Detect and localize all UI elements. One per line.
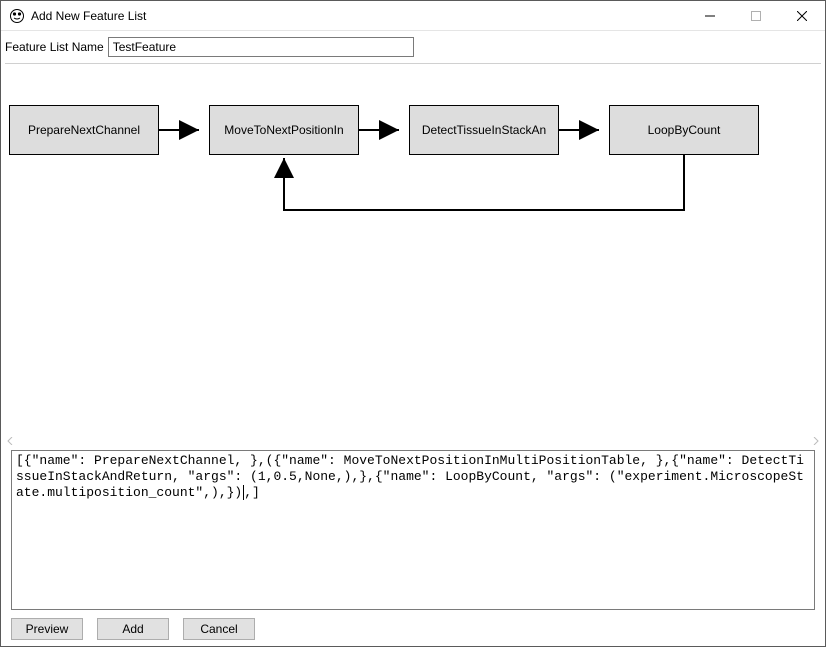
node-label: LoopByCount <box>648 123 721 137</box>
node-label: DetectTissueInStackAn <box>422 123 546 137</box>
titlebar: Add New Feature List <box>1 1 825 31</box>
maximize-button[interactable] <box>733 1 779 31</box>
feature-list-name-input[interactable] <box>108 37 414 57</box>
canvas-horizontal-scrollbar[interactable] <box>5 436 821 446</box>
diagram-canvas[interactable]: PrepareNextChannel MoveToNextPositionIn … <box>1 64 825 434</box>
feature-code-textarea[interactable]: [{"name": PrepareNextChannel, },({"name"… <box>11 450 815 610</box>
code-tail: ,] <box>244 485 260 500</box>
add-button[interactable]: Add <box>97 618 169 640</box>
node-loop-by-count[interactable]: LoopByCount <box>609 105 759 155</box>
node-prepare-next-channel[interactable]: PrepareNextChannel <box>9 105 159 155</box>
node-label: MoveToNextPositionIn <box>224 123 343 137</box>
node-detect-tissue-in-stack[interactable]: DetectTissueInStackAn <box>409 105 559 155</box>
window-title: Add New Feature List <box>31 9 687 23</box>
button-label: Preview <box>26 622 69 636</box>
button-label: Add <box>122 622 143 636</box>
name-label: Feature List Name <box>5 40 104 54</box>
chevron-right-icon[interactable] <box>811 436 821 446</box>
node-move-to-next-position[interactable]: MoveToNextPositionIn <box>209 105 359 155</box>
close-button[interactable] <box>779 1 825 31</box>
app-icon <box>9 8 25 24</box>
button-label: Cancel <box>200 622 237 636</box>
preview-button[interactable]: Preview <box>11 618 83 640</box>
chevron-left-icon[interactable] <box>5 436 15 446</box>
cancel-button[interactable]: Cancel <box>183 618 255 640</box>
button-row: Preview Add Cancel <box>11 618 255 640</box>
code-text: [{"name": PrepareNextChannel, },({"name"… <box>16 453 804 500</box>
minimize-button[interactable] <box>687 1 733 31</box>
node-label: PrepareNextChannel <box>28 123 140 137</box>
form-row-name: Feature List Name <box>1 31 825 61</box>
